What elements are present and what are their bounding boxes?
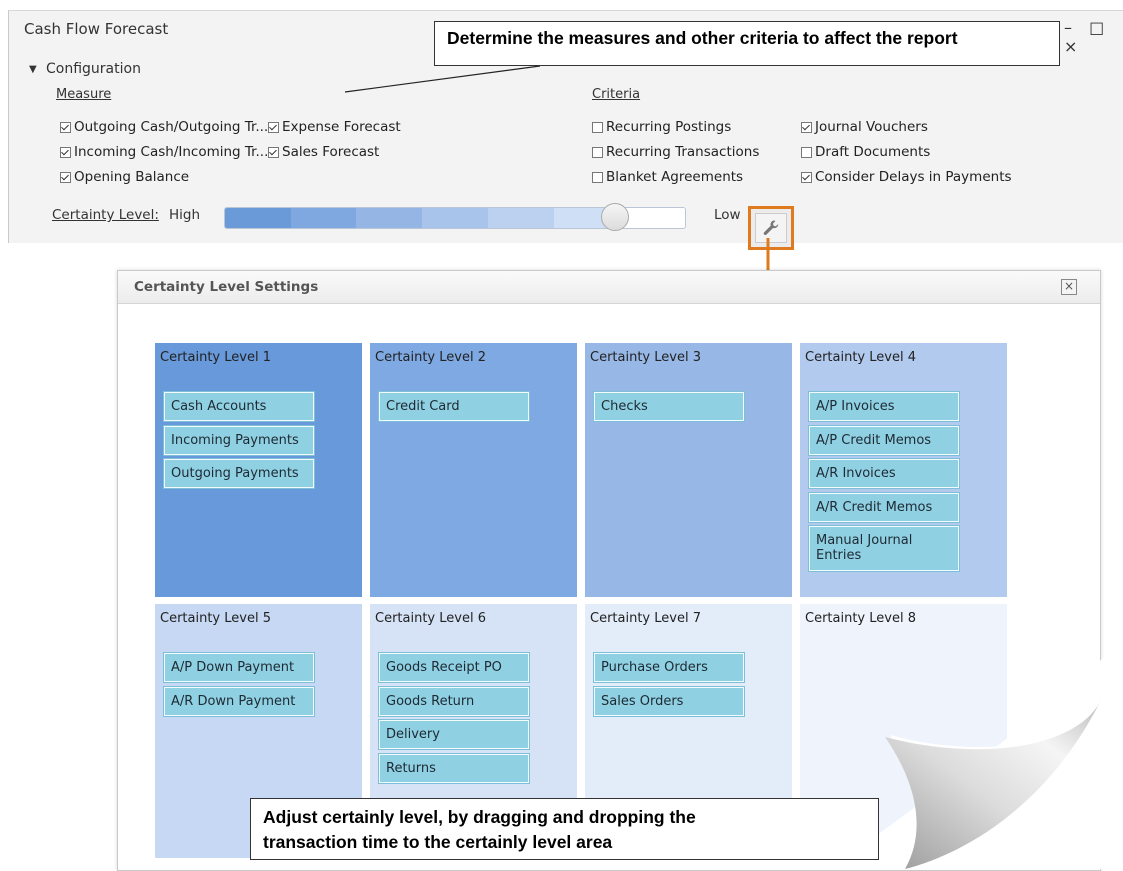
- transaction-chip[interactable]: A/R Credit Memos: [808, 491, 960, 523]
- transaction-chip[interactable]: Goods Receipt PO: [378, 652, 530, 683]
- transaction-chip[interactable]: Returns: [378, 752, 530, 784]
- certainty-level-3[interactable]: Certainty Level 3 Checks: [585, 343, 792, 597]
- callout-measures: Determine the measures and other criteri…: [434, 21, 1060, 66]
- callout-drag-drop: Adjust certainly level, by dragging and …: [250, 798, 879, 860]
- transaction-chip[interactable]: Incoming Payments: [163, 424, 315, 456]
- certainty-level-4[interactable]: Certainty Level 4 A/P Invoices A/P Credit …: [800, 343, 1007, 597]
- transaction-chip[interactable]: Credit Card: [378, 391, 530, 422]
- transaction-chip[interactable]: Sales Orders: [593, 685, 745, 717]
- certainty-level-title: Certainty Level 4: [805, 350, 916, 365]
- certainty-level-1[interactable]: Certainty Level 1 Cash Accounts Incoming P…: [155, 343, 362, 597]
- callout-line-2: transaction time to the certainly level …: [263, 832, 613, 852]
- transaction-chip[interactable]: A/P Credit Memos: [808, 424, 960, 456]
- certainty-level-title: Certainty Level 6: [375, 611, 486, 626]
- transaction-chip[interactable]: Cash Accounts: [163, 391, 315, 422]
- close-icon[interactable]: ×: [1061, 279, 1077, 295]
- transaction-chip[interactable]: Outgoing Payments: [163, 458, 315, 489]
- transaction-chip[interactable]: A/R Down Payment: [163, 685, 315, 717]
- transaction-chip[interactable]: Manual Journal Entries: [808, 525, 960, 572]
- transaction-chip[interactable]: A/P Down Payment: [163, 652, 315, 683]
- certainty-level-2[interactable]: Certainty Level 2 Credit Card: [370, 343, 577, 597]
- certainty-level-title: Certainty Level 8: [805, 611, 916, 626]
- certainty-level-title: Certainty Level 2: [375, 350, 486, 365]
- transaction-chip[interactable]: A/R Invoices: [808, 458, 960, 489]
- transaction-chip[interactable]: Purchase Orders: [593, 652, 745, 683]
- certainty-level-title: Certainty Level 1: [160, 350, 271, 365]
- transaction-chip[interactable]: Goods Return: [378, 685, 530, 717]
- dialog-header: Certainty Level Settings ×: [118, 271, 1100, 304]
- transaction-chip[interactable]: Delivery: [378, 719, 530, 750]
- dialog-title: Certainty Level Settings: [134, 279, 319, 295]
- certainty-level-title: Certainty Level 7: [590, 611, 701, 626]
- transaction-chip[interactable]: Checks: [593, 391, 745, 422]
- transaction-chip[interactable]: A/P Invoices: [808, 391, 960, 422]
- certainty-level-title: Certainty Level 5: [160, 611, 271, 626]
- callout-line-1: Adjust certainly level, by dragging and …: [263, 807, 696, 827]
- certainty-level-title: Certainty Level 3: [590, 350, 701, 365]
